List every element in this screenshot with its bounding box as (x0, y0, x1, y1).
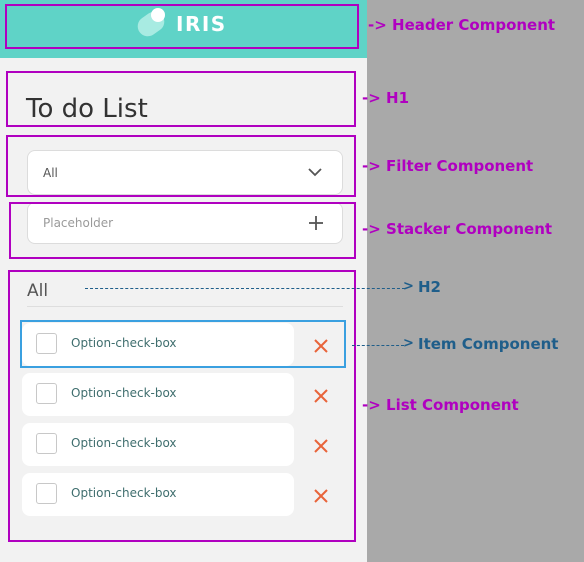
list-annotation: -> List Component (362, 396, 519, 414)
filter-annotation: -> Filter Component (362, 157, 534, 175)
h2-arrowhead: > (403, 279, 414, 294)
stacker-component-box (9, 202, 356, 259)
item-component-box (20, 320, 346, 368)
h2-leader-line (85, 288, 405, 289)
list-component-box (8, 270, 356, 542)
item-annotation: Item Component (418, 335, 559, 353)
stacker-annotation: -> Stacker Component (362, 220, 553, 238)
header-annotation: -> Header Component (368, 16, 556, 34)
h1-annotation: -> H1 (362, 89, 410, 107)
header-component-box (5, 4, 359, 49)
h2-annotation: H2 (418, 278, 441, 296)
filter-component-box (6, 135, 356, 197)
item-arrowhead: > (403, 336, 414, 351)
h1-box (6, 71, 356, 127)
item-leader-line (352, 345, 404, 346)
